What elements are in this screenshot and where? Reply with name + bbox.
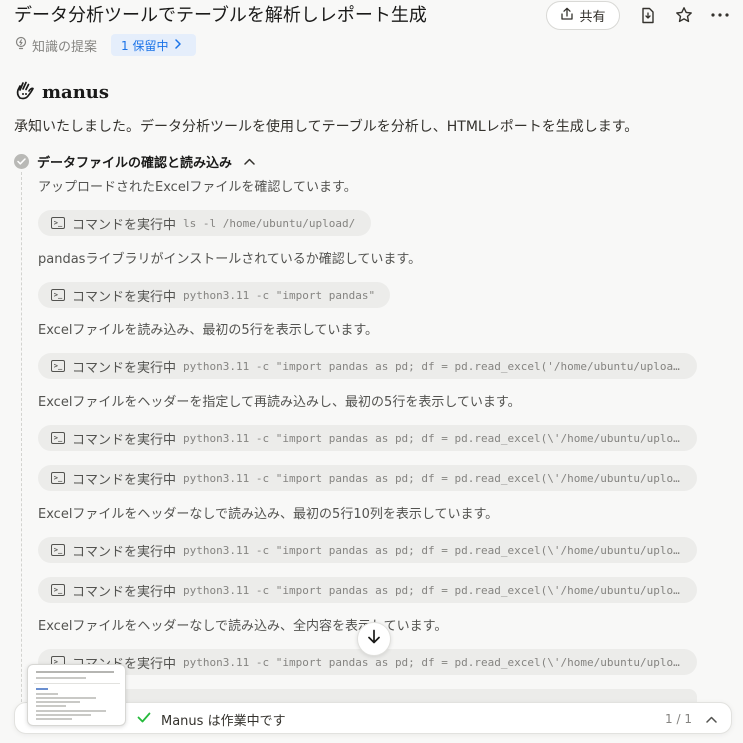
chevron-up-icon (244, 154, 255, 169)
command-code: python3.11 -c "import pandas as pd; df =… (183, 583, 684, 597)
chevron-up-icon[interactable] (706, 712, 717, 726)
file-icon[interactable] (638, 5, 658, 25)
task-counter: 1 / 1 (665, 703, 717, 735)
assistant-message: 承知いたしました。データ分析ツールを使用してテーブルを分析し、HTMLレポートを… (14, 119, 639, 135)
status-text: Manus は作業中です (161, 713, 286, 729)
command-code: python3.11 -c "import pandas as pd; df =… (183, 543, 684, 557)
pending-badge[interactable]: 1 保留中 (111, 34, 196, 56)
step-description: Excelファイルをヘッダーなしで読み込み、最初の5行10列を表示しています。 (38, 507, 499, 522)
terminal-icon: >_ (51, 217, 65, 229)
lightbulb-icon (14, 36, 28, 54)
step-header[interactable]: データファイルの確認と読み込み (14, 151, 255, 171)
status-area: Manus は作業中です (137, 703, 286, 735)
command-chip[interactable]: >_ コマンドを実行中 ls -l /home/ubuntu/upload/ (38, 210, 371, 236)
page-title: データ分析ツールでテーブルを解析しレポート生成 (14, 5, 427, 26)
knowledge-suggestion[interactable]: 知識の提案 (14, 34, 97, 56)
command-chip[interactable]: >_ コマンドを実行中 python3.11 -c "import pandas… (38, 425, 697, 451)
command-code: ls -l /home/ubuntu/upload/ (183, 216, 356, 230)
command-label: コマンドを実行中 (72, 584, 177, 600)
command-label: コマンドを実行中 (72, 472, 177, 488)
command-label: コマンドを実行中 (72, 360, 177, 376)
task-page: データ分析ツールでテーブルを解析しレポート生成 共有 知識の提案 1 保留中 m… (0, 0, 743, 743)
manus-logo: manus (14, 80, 109, 104)
command-code: python3.11 -c "import pandas as pd; df =… (183, 359, 684, 373)
share-button[interactable]: 共有 (546, 1, 620, 30)
command-label: コマンドを実行中 (72, 289, 177, 305)
command-code: python3.11 -c "import pandas" (183, 288, 376, 302)
logo-text: manus (42, 81, 110, 103)
upload-icon (560, 7, 574, 25)
step-timeline (21, 172, 22, 712)
step-description: アップロードされたExcelファイルを確認しています。 (38, 180, 357, 195)
command-label: コマンドを実行中 (72, 217, 177, 233)
command-code: python3.11 -c "import pandas as pd; df =… (183, 431, 684, 445)
terminal-icon: >_ (51, 584, 65, 596)
step-description: pandasライブラリがインストールされているか確認しています。 (38, 252, 422, 267)
step-description: Excelファイルを読み込み、最初の5行を表示しています。 (38, 323, 379, 338)
terminal-icon: >_ (51, 432, 65, 444)
share-label: 共有 (579, 10, 606, 25)
command-chip[interactable]: >_ コマンドを実行中 python3.11 -c "import pandas… (38, 353, 697, 379)
arrow-down-icon (367, 629, 381, 649)
counter-text: 1 / 1 (665, 712, 692, 726)
computer-preview-thumbnail[interactable] (27, 664, 126, 726)
check-circle-icon (14, 153, 29, 169)
command-chip[interactable]: >_ コマンドを実行中 python3.11 -c "import pandas… (38, 282, 390, 308)
scroll-to-bottom-button[interactable] (357, 622, 391, 656)
pending-label: 1 保留中 (121, 38, 169, 53)
step-description: Excelファイルをヘッダーを指定して再読み込みし、最初の5行を表示しています。 (38, 395, 521, 410)
command-chip[interactable]: >_ コマンドを実行中 python3.11 -c "import pandas… (38, 577, 697, 603)
terminal-icon: >_ (51, 360, 65, 372)
knowledge-label: 知識の提案 (32, 39, 98, 55)
command-chip[interactable]: >_ コマンドを実行中 python3.11 -c "import pandas… (38, 537, 697, 563)
command-chip[interactable]: >_ コマンドを実行中 python3.11 -c "import pandas… (38, 465, 697, 491)
command-code: python3.11 -c "import pandas as pd; df =… (183, 471, 684, 485)
star-icon[interactable] (674, 5, 694, 25)
manus-hand-icon (14, 79, 36, 105)
chevron-right-icon (174, 38, 182, 52)
terminal-icon: >_ (51, 544, 65, 556)
command-label: コマンドを実行中 (72, 544, 177, 560)
terminal-icon: >_ (51, 289, 65, 301)
command-code: python3.11 -c "import pandas as pd; df =… (183, 655, 684, 669)
command-label: コマンドを実行中 (72, 432, 177, 448)
step-title: データファイルの確認と読み込み (37, 155, 233, 171)
check-icon (137, 712, 151, 727)
more-icon[interactable] (710, 5, 730, 25)
terminal-icon: >_ (51, 472, 65, 484)
